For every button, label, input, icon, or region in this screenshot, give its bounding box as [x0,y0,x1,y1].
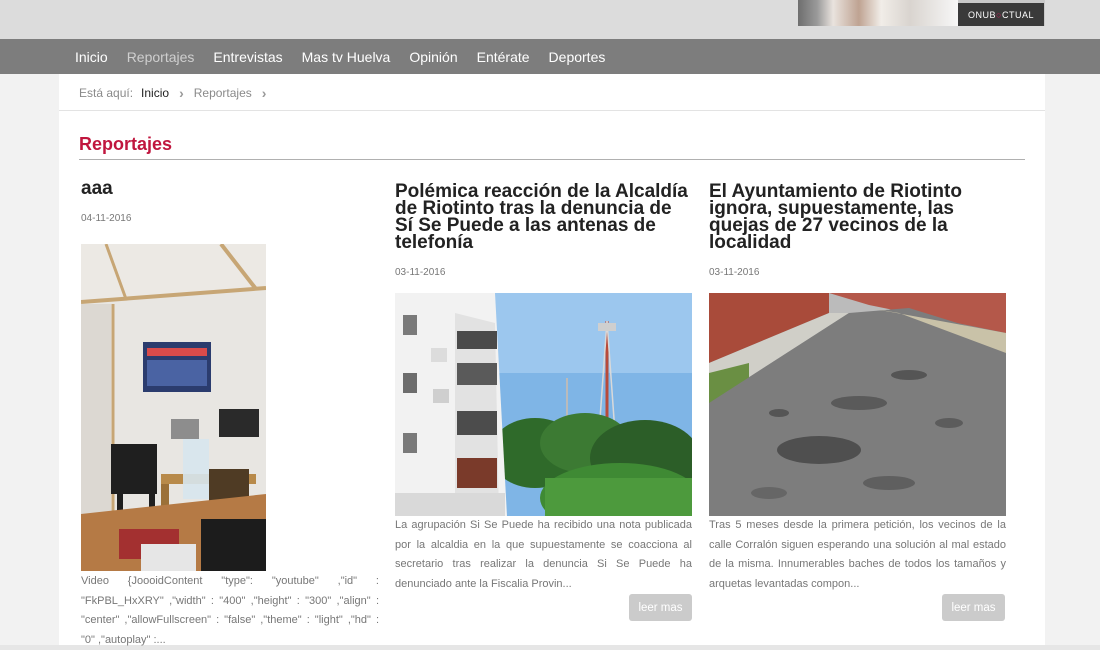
breadcrumb-divider [59,110,1045,111]
breadcrumb-home-link[interactable]: Inicio [141,86,169,100]
nav-item-reportajes[interactable]: Reportajes [127,49,195,65]
article-title[interactable]: Polémica reacción de la Alcaldía de Riot… [395,182,693,252]
article-image[interactable] [709,293,1006,516]
article-title[interactable]: aaa [81,179,379,198]
chevron-right-icon: › [179,85,184,101]
nav-item-mas-tv-huelva[interactable]: Mas tv Huelva [302,49,391,65]
article-date: 03-11-2016 [709,267,760,278]
title-divider [79,159,1025,160]
article-card: Polémica reacción de la Alcaldía de Riot… [395,182,693,278]
chevron-right-icon: › [261,85,267,101]
article-card: aaa 04-11-2016 [81,179,379,224]
read-more-button[interactable]: leer mas [942,594,1005,621]
page-title: Reportajes [79,134,173,154]
breadcrumb: Está aquí: Inicio › Reportajes › [79,85,276,101]
breadcrumb-prefix: Está aquí: [79,86,134,100]
banner-photo [798,0,958,26]
nav-item-entrevistas[interactable]: Entrevistas [213,49,282,65]
article-image[interactable] [81,244,266,571]
breadcrumb-current: Reportajes [193,86,252,100]
article-date: 04-11-2016 [81,213,132,224]
article-excerpt: La agrupación Si Se Puede ha recibido un… [395,519,692,590]
main-nav: Inicio Reportajes Entrevistas Mas tv Hue… [0,39,1100,74]
page-gutter-left [0,74,59,645]
article-excerpt: Tras 5 meses desde la primera petición, … [709,519,1006,590]
article-excerpt: Video {JoooidContent "type": "youtube" ,… [81,575,379,646]
read-more-button[interactable]: leer mas [629,594,692,621]
page-gutter-right [1045,74,1100,645]
nav-item-inicio[interactable]: Inicio [75,49,108,65]
article-title[interactable]: El Ayuntamiento de Riotinto ignora, supu… [709,182,1007,252]
article-image[interactable] [395,293,692,516]
article-card: El Ayuntamiento de Riotinto ignora, supu… [709,182,1007,278]
nav-item-deportes[interactable]: Deportes [549,49,606,65]
header-banner[interactable]: ONUB ○ CTUAL [798,0,1045,26]
main-content: Está aquí: Inicio › Reportajes › Reporta… [59,74,1045,646]
article-date: 03-11-2016 [395,267,446,278]
site-logo[interactable]: ONUB ○ CTUAL [958,3,1044,26]
nav-item-opinion[interactable]: Opinión [409,49,457,65]
nav-item-enterate[interactable]: Entérate [477,49,530,65]
